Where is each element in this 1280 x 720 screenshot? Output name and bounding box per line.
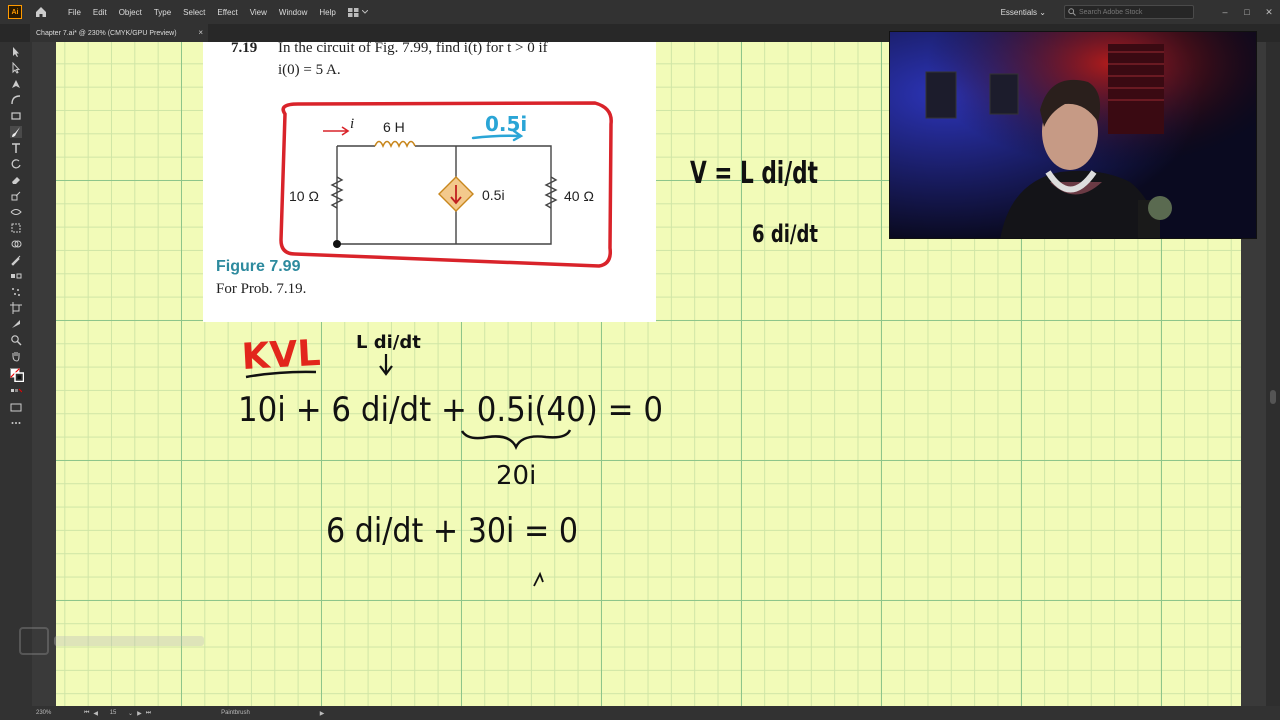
equation-2: 6 di/dt + 30i = 0 (326, 511, 578, 551)
next-artboard-icon[interactable]: ▶ (137, 710, 142, 717)
artboard-dropdown-icon[interactable]: ⌄ (128, 710, 133, 717)
prev-artboard-icon[interactable]: ◀ (93, 710, 98, 717)
artboard-navigation: ⏮ ◀ 15 ⌄ ▶ ⏭ (84, 710, 151, 717)
status-bar: 230% ⏮ ◀ 15 ⌄ ▶ ⏭ Paintbrush ▶ (0, 706, 1280, 720)
webcam-overlay (889, 31, 1257, 239)
artboard-number[interactable]: 15 (102, 710, 124, 716)
side-formula-2: 6 di/dt (752, 220, 818, 248)
last-artboard-icon[interactable]: ⏭ (146, 710, 151, 717)
channel-watermark (19, 627, 204, 655)
side-formula-1: V = L di/dt (690, 156, 818, 191)
equation-1: 10i + 6 di/dt + 0.5i(40) = 0 (238, 390, 663, 430)
current-tool: Paintbrush (221, 710, 250, 716)
presenter-video (890, 32, 1256, 238)
under-brace-label: 20i (496, 461, 536, 491)
zoom-level[interactable]: 230% (36, 710, 76, 716)
status-menu-icon[interactable]: ▶ (320, 710, 325, 717)
annotation-top: L di/dt (356, 332, 421, 353)
first-artboard-icon[interactable]: ⏮ (84, 710, 89, 717)
annotation-arrow (379, 354, 393, 376)
underbrace (460, 429, 572, 450)
ink-tick (533, 571, 544, 587)
